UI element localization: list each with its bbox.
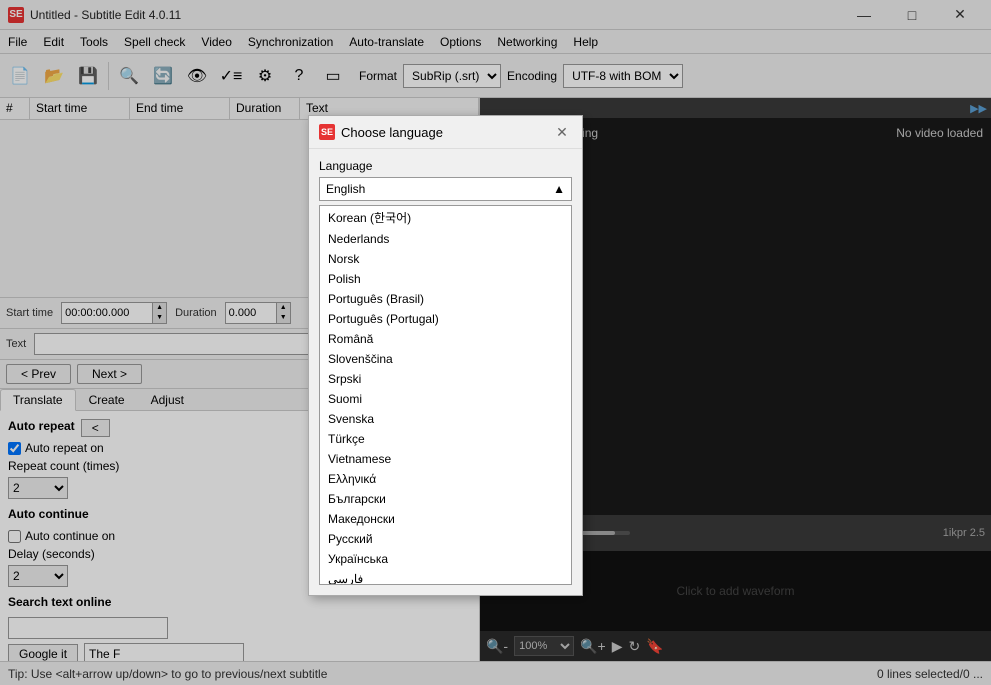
lang-item-ukrainian[interactable]: Українська — [320, 549, 571, 569]
modal-header: SE Choose language ✕ — [309, 116, 582, 149]
lang-item-slovenscina[interactable]: Slovenščina — [320, 349, 571, 369]
lang-item-pt-br[interactable]: Português (Brasil) — [320, 289, 571, 309]
lang-item-bulgarian[interactable]: Български — [320, 489, 571, 509]
lang-item-svenska[interactable]: Svenska — [320, 409, 571, 429]
language-select-display[interactable]: English ▲ — [319, 177, 572, 201]
lang-item-macedonian[interactable]: Македонски — [320, 509, 571, 529]
language-select-wrap: English ▲ — [319, 177, 572, 201]
modal-overlay: SE Choose language ✕ Language English ▲ … — [0, 0, 991, 685]
choose-language-modal: SE Choose language ✕ Language English ▲ … — [308, 115, 583, 596]
lang-item-norsk[interactable]: Norsk — [320, 249, 571, 269]
lang-item-vietnamese[interactable]: Vietnamese — [320, 449, 571, 469]
lang-item-pt-pt[interactable]: Português (Portugal) — [320, 309, 571, 329]
lang-item-srpski[interactable]: Srpski — [320, 369, 571, 389]
modal-body: Language English ▲ Korean (한국어) Nederlan… — [309, 149, 582, 595]
lang-item-russian[interactable]: Русский — [320, 529, 571, 549]
modal-app-icon: SE — [319, 124, 335, 140]
lang-item-turkce[interactable]: Türkçe — [320, 429, 571, 449]
modal-close-button[interactable]: ✕ — [552, 122, 572, 142]
lang-item-romana[interactable]: Română — [320, 329, 571, 349]
lang-item-greek[interactable]: Ελληνικά — [320, 469, 571, 489]
selected-language: English — [326, 182, 365, 196]
modal-title: Choose language — [341, 125, 443, 140]
lang-item-suomi[interactable]: Suomi — [320, 389, 571, 409]
lang-item-nederlands[interactable]: Nederlands — [320, 229, 571, 249]
dropdown-arrow-icon: ▲ — [553, 182, 565, 196]
lang-item-farsi[interactable]: فارسی — [320, 569, 571, 585]
lang-item-polish[interactable]: Polish — [320, 269, 571, 289]
lang-item-korean[interactable]: Korean (한국어) — [320, 206, 571, 229]
language-dropdown[interactable]: Korean (한국어) Nederlands Norsk Polish Por… — [319, 205, 572, 585]
language-label: Language — [319, 159, 572, 173]
modal-title-wrap: SE Choose language — [319, 124, 443, 140]
